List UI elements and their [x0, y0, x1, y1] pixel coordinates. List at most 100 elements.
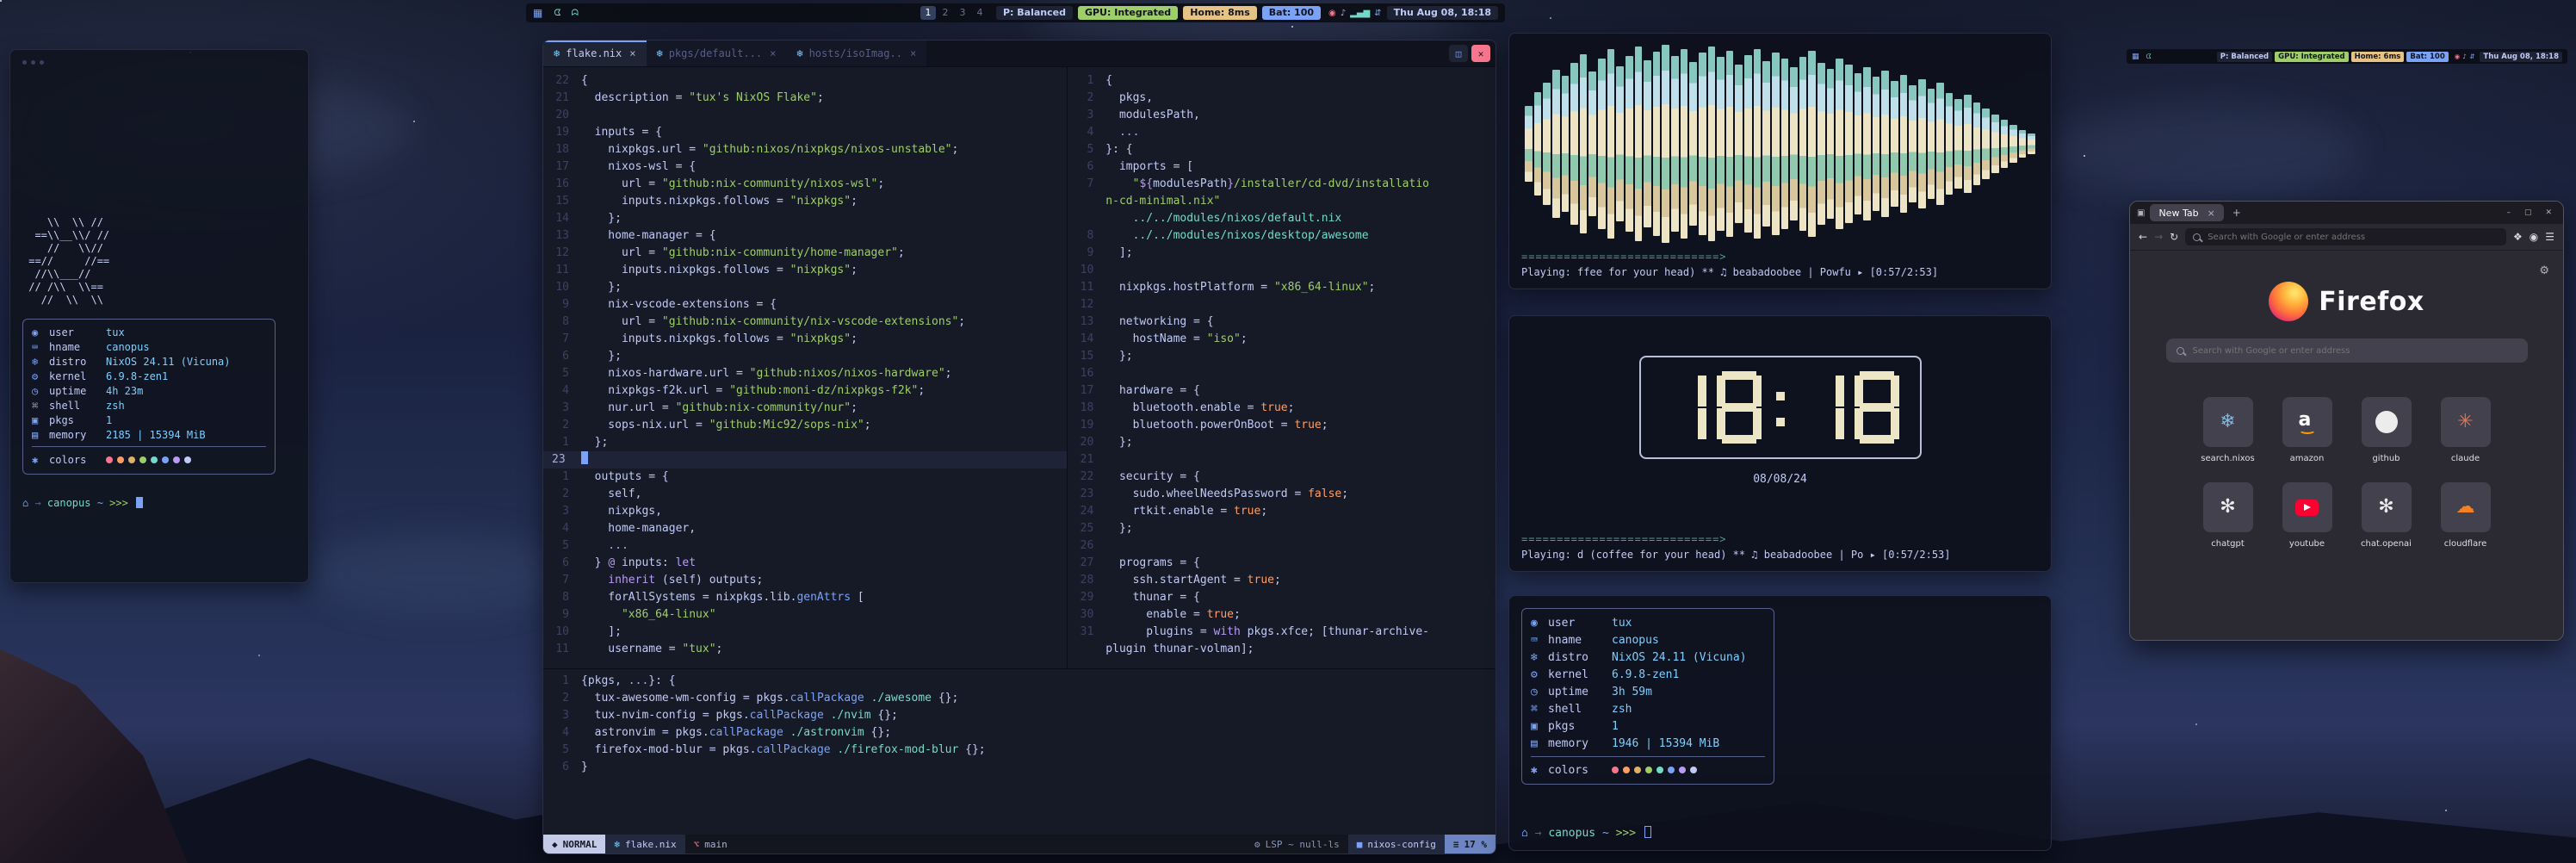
- status-segment[interactable]: Home: 8ms: [1183, 6, 1257, 20]
- status-segment[interactable]: Bat: 100: [2406, 52, 2448, 62]
- fetch-row: ▤memory1946 | 15394 MiB: [1531, 735, 1765, 752]
- tab-close-icon[interactable]: ×: [770, 47, 776, 59]
- workspace-1[interactable]: 1: [920, 6, 936, 20]
- code-line: 20 };: [1068, 434, 1495, 451]
- shell-prompt[interactable]: ⌂ → canopus ~ >>>: [22, 497, 296, 509]
- code-line: 11 username = "tux";: [543, 641, 1067, 658]
- tag-icon[interactable]: ᗣ: [572, 9, 579, 18]
- window-dot[interactable]: [22, 60, 27, 65]
- reload-icon[interactable]: ↻: [2170, 231, 2178, 243]
- shortcut-search.nixos[interactable]: ❄search.nixos: [2189, 397, 2268, 463]
- close-window-button[interactable]: ✕: [1471, 45, 1490, 62]
- firefox-view-icon[interactable]: ▣: [2137, 208, 2145, 218]
- status-segment[interactable]: Home: 6ms: [2351, 52, 2405, 62]
- minimize-button[interactable]: –: [2502, 208, 2515, 217]
- shortcut-amazon[interactable]: aamazon: [2268, 397, 2347, 463]
- status-segment[interactable]: Bat: 100: [1262, 6, 1321, 20]
- search-input[interactable]: [2166, 338, 2528, 363]
- tab-close-icon[interactable]: ×: [910, 47, 916, 59]
- palette-dot: [1690, 767, 1697, 773]
- shortcut-label: claude: [2451, 454, 2480, 463]
- status-segment[interactable]: P: Balanced: [996, 6, 1073, 20]
- code-line: 1{pkgs, ...}: {: [543, 673, 1495, 690]
- hamburger-menu-icon[interactable]: ☰: [2545, 231, 2554, 243]
- code-line: 1 };: [543, 434, 1067, 451]
- forward-icon[interactable]: →: [2154, 231, 2163, 243]
- terminal-cursor: [136, 497, 143, 508]
- buffer-pkgs-default[interactable]: 1{pkgs, ...}: {2 tux-awesome-wm-config =…: [543, 669, 1495, 835]
- visualizer-bar: [1708, 47, 1716, 240]
- shortcut-github[interactable]: github: [2347, 397, 2426, 463]
- extensions-icon[interactable]: ❖: [2513, 231, 2523, 243]
- status-segment[interactable]: GPU: Integrated: [2275, 52, 2348, 62]
- shortcut-chatgpt[interactable]: ✻chatgpt: [2189, 482, 2268, 549]
- visualizer-bar: [1644, 60, 1651, 228]
- maximize-button[interactable]: ▢: [2520, 208, 2536, 217]
- nix-file-icon: ❄: [657, 47, 663, 59]
- code-line: 13 networking = {: [1068, 314, 1495, 331]
- tab-close-icon[interactable]: ×: [2208, 208, 2215, 219]
- app-menu-icon[interactable]: ▦: [2132, 53, 2139, 61]
- code-line: 6 imports = [: [1068, 158, 1495, 176]
- visualizer-bar: [1552, 70, 1560, 218]
- window-dot[interactable]: [40, 60, 44, 65]
- code-line: 18 bluetooth.enable = true;: [1068, 400, 1495, 417]
- browser-tab-new-tab[interactable]: New Tab ×: [2150, 204, 2223, 221]
- editor-tab-hosts/isoImag..[interactable]: ❄hosts/isoImag..×: [786, 40, 926, 66]
- profile-icon[interactable]: ◉: [2530, 231, 2538, 243]
- editor-tab-flake.nix[interactable]: ❄flake.nix×: [543, 40, 647, 66]
- workspace-2[interactable]: 2: [938, 6, 953, 20]
- back-icon[interactable]: ←: [2139, 231, 2147, 243]
- network-icon[interactable]: ⇵: [1374, 9, 1381, 18]
- address-input[interactable]: [2206, 232, 2499, 243]
- workspace-3[interactable]: 3: [955, 6, 970, 20]
- shortcut-cloudflare[interactable]: ☁cloudflare: [2426, 482, 2505, 549]
- split-toggle-button[interactable]: ◫: [1449, 45, 1468, 62]
- music-icon[interactable]: ♪: [1341, 9, 1346, 18]
- clock-widget[interactable]: Thu Aug 08, 18:18: [1387, 6, 1498, 20]
- visualizer-bar: [1607, 49, 1615, 239]
- network-icon[interactable]: ⇵: [2469, 53, 2474, 60]
- visualizer-bar: [1588, 71, 1596, 215]
- status-segment[interactable]: GPU: Integrated: [1078, 6, 1178, 20]
- code-line: 9 ];: [1068, 245, 1495, 262]
- address-bar[interactable]: [2185, 228, 2506, 245]
- newtab-search-input[interactable]: [2191, 345, 2517, 357]
- record-icon[interactable]: ◉: [2455, 53, 2461, 60]
- workspace-4[interactable]: 4: [972, 6, 988, 20]
- record-icon[interactable]: ◉: [1328, 9, 1336, 18]
- app-menu-icon[interactable]: ▦: [533, 7, 542, 19]
- kernel-icon: ⚙: [32, 370, 49, 382]
- shell-prompt[interactable]: ⌂ → canopus ~ >>>: [1521, 826, 2039, 840]
- code-line: 23 sudo.wheelNeedsPassword = false;: [1068, 486, 1495, 503]
- visualizer-bar: [1817, 63, 1825, 225]
- visualizer-bar: [1671, 56, 1679, 232]
- visualizer-bar: [1973, 102, 1981, 184]
- clock-widget[interactable]: Thu Aug 08, 18:18: [2480, 52, 2562, 62]
- window-dot[interactable]: [31, 60, 35, 65]
- visualizer-bar: [1653, 52, 1661, 235]
- shortcut-claude[interactable]: ✳claude: [2426, 397, 2505, 463]
- code-line: 1{: [1068, 72, 1495, 90]
- shortcut-chat.openai[interactable]: ✻chat.openai: [2347, 482, 2426, 549]
- shortcut-label: chat.openai: [2361, 539, 2412, 549]
- volume-icon[interactable]: ▂▄▆: [1350, 9, 1370, 18]
- close-button[interactable]: ✕: [2541, 208, 2556, 217]
- new-tab-button[interactable]: +: [2229, 207, 2245, 219]
- visualizer-bar: [1562, 76, 1570, 212]
- personalize-gear-icon[interactable]: ⚙: [2539, 264, 2549, 277]
- shortcut-youtube[interactable]: youtube: [2268, 482, 2347, 549]
- status-segment[interactable]: P: Balanced: [2217, 52, 2272, 62]
- buffer-iso-image[interactable]: 1{2 pkgs,3 modulesPath,4 ...5}: {6 impor…: [1068, 67, 1495, 668]
- tab-close-icon[interactable]: ×: [629, 47, 635, 59]
- tag-icon[interactable]: ᗧ: [2146, 53, 2152, 61]
- new-tab-page: ⚙ Firefox ❄search.nixosaamazongithub✳cla…: [2130, 251, 2563, 640]
- buffer-flake-nix[interactable]: 22{21 description = "tux's NixOS Flake";…: [543, 67, 1067, 668]
- editor-tab-pkgs/default...[interactable]: ❄pkgs/default...×: [647, 40, 787, 66]
- music-icon[interactable]: ♪: [2462, 53, 2467, 60]
- tag-icon[interactable]: ᗧ: [554, 9, 560, 18]
- date-display: 08/08/24: [1753, 473, 1807, 486]
- code-line: 2 tux-awesome-wm-config = pkgs.callPacka…: [543, 690, 1495, 707]
- clock-window: 08/08/24 ============================> P…: [1508, 315, 2052, 572]
- visualizer-bar: [1699, 53, 1706, 234]
